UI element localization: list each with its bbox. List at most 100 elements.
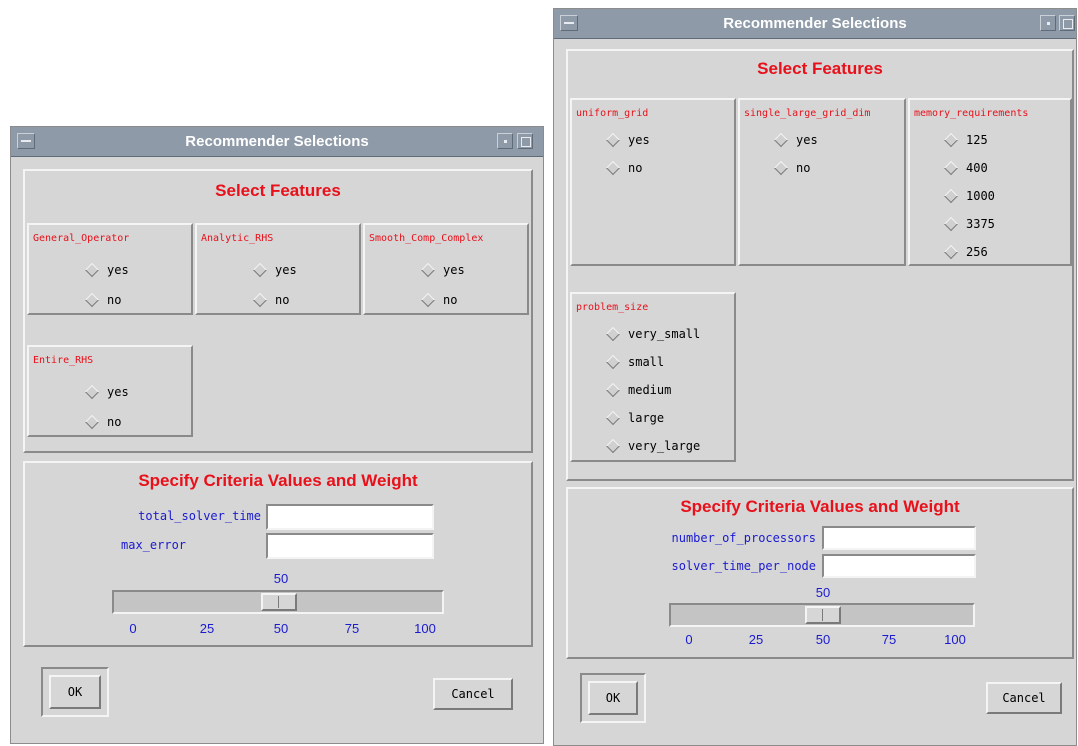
radio-option-yes[interactable]: yes: [84, 260, 129, 280]
number-of-processors-input[interactable]: [822, 526, 976, 550]
ok-button[interactable]: OK: [588, 681, 638, 715]
feature-problem-size: problem_size very_small small medium lar…: [570, 292, 736, 462]
feature-single-large-grid-dim: single_large_grid_dim yes no: [738, 98, 906, 266]
radio-diamond-icon: [943, 160, 959, 176]
slider-tick-label: 25: [748, 632, 764, 647]
radio-diamond-icon: [943, 216, 959, 232]
radio-diamond-icon: [605, 160, 621, 176]
slider-tick-label: 75: [344, 621, 360, 636]
radio-diamond-icon: [605, 410, 621, 426]
radio-option[interactable]: 400: [943, 158, 988, 178]
slider-tick-label: 75: [881, 632, 897, 647]
ok-default-frame: OK: [41, 667, 109, 717]
radio-diamond-icon: [84, 414, 100, 430]
radio-option[interactable]: very_small: [605, 324, 700, 344]
radio-option[interactable]: small: [605, 352, 664, 372]
window-title: Recommender Selections: [723, 15, 907, 32]
radio-option-no[interactable]: no: [605, 158, 642, 178]
minimize-icon[interactable]: [1040, 15, 1056, 31]
select-features-heading: Select Features: [757, 59, 883, 78]
radio-option-yes[interactable]: yes: [420, 260, 465, 280]
radio-diamond-icon: [420, 292, 436, 308]
feature-label: memory_requirements: [914, 108, 1029, 119]
criteria-label-number-of-processors: number_of_processors: [671, 531, 817, 545]
radio-option[interactable]: very_large: [605, 436, 700, 456]
criteria-heading: Specify Criteria Values and Weight: [680, 497, 960, 516]
radio-option-yes[interactable]: yes: [605, 130, 650, 150]
radio-diamond-icon: [420, 262, 436, 278]
total-solver-time-input[interactable]: [266, 504, 434, 530]
ok-default-frame: OK: [580, 673, 646, 723]
weight-slider-trough[interactable]: [112, 590, 444, 614]
minimize-icon[interactable]: [497, 133, 513, 149]
left-title-bar[interactable]: Recommender Selections: [11, 127, 543, 157]
select-features-panel: Select Features General_Operator yes no …: [23, 169, 533, 453]
radio-option[interactable]: 125: [943, 130, 988, 150]
criteria-panel: Specify Criteria Values and Weight total…: [23, 461, 533, 647]
max-error-input[interactable]: [266, 533, 434, 559]
feature-general-operator: General_Operator yes no: [27, 223, 193, 315]
feature-label: Smooth_Comp_Complex: [369, 233, 484, 244]
feature-entire-rhs: Entire_RHS yes no: [27, 345, 193, 437]
radio-diamond-icon: [84, 292, 100, 308]
weight-slider-thumb[interactable]: [805, 606, 841, 624]
feature-memory-requirements: memory_requirements 125 400 1000 3375 25…: [908, 98, 1072, 266]
radio-option[interactable]: 1000: [943, 186, 995, 206]
radio-option[interactable]: large: [605, 408, 664, 428]
radio-option[interactable]: 3375: [943, 214, 995, 234]
radio-diamond-icon: [605, 438, 621, 454]
radio-option-no[interactable]: no: [420, 290, 457, 310]
criteria-label-max-error: max_error: [121, 538, 187, 552]
criteria-heading: Specify Criteria Values and Weight: [138, 471, 418, 490]
radio-diamond-icon: [84, 384, 100, 400]
feature-smooth-comp-complex: Smooth_Comp_Complex yes no: [363, 223, 529, 315]
radio-option-no[interactable]: no: [252, 290, 289, 310]
radio-diamond-icon: [773, 160, 789, 176]
radio-diamond-icon: [605, 132, 621, 148]
radio-option[interactable]: 256: [943, 242, 988, 262]
radio-option-no[interactable]: no: [84, 412, 121, 432]
maximize-icon[interactable]: [1059, 15, 1075, 31]
radio-option-no[interactable]: no: [773, 158, 810, 178]
weight-slider-thumb[interactable]: [261, 593, 297, 611]
radio-option[interactable]: medium: [605, 380, 671, 400]
radio-diamond-icon: [943, 132, 959, 148]
feature-analytic-rhs: Analytic_RHS yes no: [195, 223, 361, 315]
solver-time-per-node-input[interactable]: [822, 554, 976, 578]
maximize-icon[interactable]: [517, 133, 533, 149]
slider-tick-label: 0: [129, 621, 137, 636]
slider-tick-label: 100: [944, 632, 966, 647]
select-features-panel: Select Features uniform_grid yes no sing…: [566, 49, 1074, 481]
slider-tick-label: 50: [273, 621, 289, 636]
left-dialog-window: Recommender Selections Select Features G…: [10, 126, 544, 744]
slider-tick-label: 25: [199, 621, 215, 636]
radio-diamond-icon: [773, 132, 789, 148]
feature-label: Analytic_RHS: [201, 233, 274, 244]
weight-slider-trough[interactable]: [669, 603, 975, 627]
radio-diamond-icon: [605, 382, 621, 398]
feature-label: uniform_grid: [576, 108, 649, 119]
radio-diamond-icon: [84, 262, 100, 278]
feature-label: problem_size: [576, 302, 649, 313]
radio-option-yes[interactable]: yes: [84, 382, 129, 402]
cancel-button[interactable]: Cancel: [433, 678, 513, 710]
window-title: Recommender Selections: [185, 133, 369, 150]
feature-label: Entire_RHS: [33, 355, 94, 366]
radio-diamond-icon: [943, 188, 959, 204]
ok-button[interactable]: OK: [49, 675, 101, 709]
criteria-panel: Specify Criteria Values and Weight numbe…: [566, 487, 1074, 659]
feature-uniform-grid: uniform_grid yes no: [570, 98, 736, 266]
select-features-heading: Select Features: [215, 181, 341, 200]
criteria-label-total-solver-time: total_solver_time: [138, 509, 261, 523]
radio-option-yes[interactable]: yes: [252, 260, 297, 280]
right-title-bar[interactable]: Recommender Selections: [554, 9, 1076, 39]
slider-value: 50: [273, 571, 289, 586]
radio-option-no[interactable]: no: [84, 290, 121, 310]
slider-tick-label: 0: [685, 632, 693, 647]
criteria-label-solver-time-per-node: solver_time_per_node: [671, 559, 817, 573]
cancel-button[interactable]: Cancel: [986, 682, 1062, 714]
radio-diamond-icon: [943, 244, 959, 260]
radio-option-yes[interactable]: yes: [773, 130, 818, 150]
radio-diamond-icon: [252, 262, 268, 278]
radio-diamond-icon: [252, 292, 268, 308]
